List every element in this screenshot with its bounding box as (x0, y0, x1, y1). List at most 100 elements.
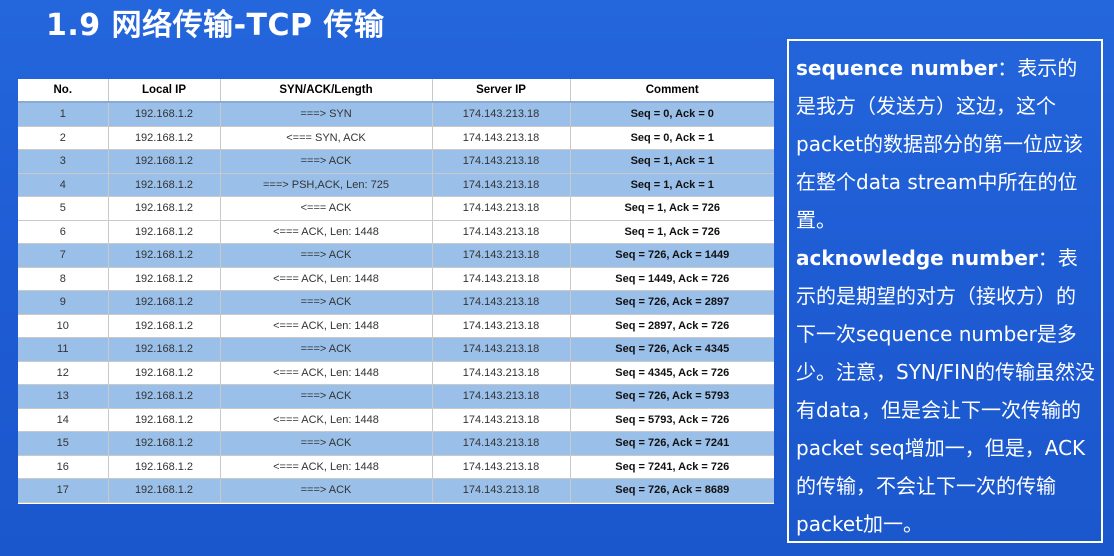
cell-local-ip: 192.168.1.2 (108, 455, 221, 479)
header-no: No. (18, 79, 109, 103)
ack-explanation: acknowledge number：表示的是期望的对方（接收方）的下一次seq… (796, 239, 1095, 543)
cell-local-ip: 192.168.1.2 (108, 384, 221, 409)
cell-comment: Seq = 4345, Ack = 726 (570, 361, 774, 385)
table-row: 7 192.168.1.2 ===> ACK 174.143.213.18 Seq = … (18, 243, 774, 268)
ack-text: ：表示的是期望的对方（接收方）的下一次sequence number是多少。注意… (796, 246, 1095, 536)
cell-comment: Seq = 1449, Ack = 726 (570, 267, 774, 291)
cell-local-ip: 192.168.1.2 (108, 361, 221, 385)
cell-comment: Seq = 0, Ack = 0 (570, 102, 774, 127)
cell-server-ip: 174.143.213.18 (432, 267, 571, 291)
cell-syn-ack-length: <=== ACK, Len: 1448 (220, 455, 433, 479)
cell-local-ip: 192.168.1.2 (108, 267, 221, 291)
cell-no: 14 (18, 408, 109, 432)
header-comment: Comment (570, 79, 774, 103)
cell-comment: Seq = 1, Ack = 1 (570, 173, 774, 197)
table-row: 6 192.168.1.2 <=== ACK, Len: 1448 174.143.2… (18, 220, 774, 244)
table-row: 14 192.168.1.2 <=== ACK, Len: 1448 174.143.… (18, 408, 774, 432)
cell-no: 7 (18, 243, 109, 268)
cell-comment: Seq = 1, Ack = 1 (570, 149, 774, 174)
cell-local-ip: 192.168.1.2 (108, 149, 221, 174)
seq-term: sequence number (796, 56, 998, 80)
table-row: 17 192.168.1.2 ===> ACK 174.143.213.18 Seq =… (18, 478, 774, 503)
cell-local-ip: 192.168.1.2 (108, 314, 221, 338)
cell-syn-ack-length: ===> ACK (220, 337, 433, 362)
cell-server-ip: 174.143.213.18 (432, 220, 571, 244)
cell-comment: Seq = 7241, Ack = 726 (570, 455, 774, 479)
table-row: 10 192.168.1.2 <=== ACK, Len: 1448 174.143.… (18, 314, 774, 338)
cell-local-ip: 192.168.1.2 (108, 126, 221, 150)
cell-no: 8 (18, 267, 109, 291)
header-local-ip: Local IP (108, 79, 221, 103)
header-server-ip: Server IP (432, 79, 571, 103)
cell-local-ip: 192.168.1.2 (108, 408, 221, 432)
cell-comment: Seq = 726, Ack = 8689 (570, 478, 774, 503)
cell-syn-ack-length: ===> ACK (220, 478, 433, 503)
cell-no: 12 (18, 361, 109, 385)
page-title: 1.9 网络传输-TCP 传输 (46, 8, 385, 43)
cell-no: 5 (18, 196, 109, 221)
cell-server-ip: 174.143.213.18 (432, 314, 571, 338)
table-row: 9 192.168.1.2 ===> ACK 174.143.213.18 Seq = … (18, 290, 774, 315)
cell-syn-ack-length: ===> ACK (220, 384, 433, 409)
cell-local-ip: 192.168.1.2 (108, 173, 221, 197)
cell-syn-ack-length: <=== ACK, Len: 1448 (220, 220, 433, 244)
cell-comment: Seq = 2897, Ack = 726 (570, 314, 774, 338)
cell-comment: Seq = 1, Ack = 726 (570, 220, 774, 244)
explanation-box: sequence number：表示的是我方（发送方）这边，这个packet的数… (787, 39, 1103, 543)
cell-local-ip: 192.168.1.2 (108, 290, 221, 315)
cell-server-ip: 174.143.213.18 (432, 126, 571, 150)
cell-syn-ack-length: <=== ACK (220, 196, 433, 221)
cell-server-ip: 174.143.213.18 (432, 431, 571, 456)
cell-comment: Seq = 0, Ack = 1 (570, 126, 774, 150)
ack-term: acknowledge number (796, 246, 1038, 270)
cell-syn-ack-length: <=== ACK, Len: 1448 (220, 361, 433, 385)
cell-no: 6 (18, 220, 109, 244)
cell-syn-ack-length: ===> ACK (220, 149, 433, 174)
cell-syn-ack-length: ===> SYN (220, 102, 433, 127)
cell-no: 1 (18, 102, 109, 127)
cell-server-ip: 174.143.213.18 (432, 102, 571, 127)
cell-server-ip: 174.143.213.18 (432, 455, 571, 479)
cell-server-ip: 174.143.213.18 (432, 173, 571, 197)
cell-syn-ack-length: <=== SYN, ACK (220, 126, 433, 150)
cell-local-ip: 192.168.1.2 (108, 220, 221, 244)
cell-server-ip: 174.143.213.18 (432, 478, 571, 503)
cell-server-ip: 174.143.213.18 (432, 384, 571, 409)
table-row: 2 192.168.1.2 <=== SYN, ACK 174.143.213.18 S… (18, 126, 774, 150)
cell-comment: Seq = 726, Ack = 5793 (570, 384, 774, 409)
cell-no: 3 (18, 149, 109, 174)
cell-no: 17 (18, 478, 109, 503)
cell-syn-ack-length: <=== ACK, Len: 1448 (220, 408, 433, 432)
cell-no: 16 (18, 455, 109, 479)
cell-syn-ack-length: ===> PSH,ACK, Len: 725 (220, 173, 433, 197)
cell-syn-ack-length: <=== ACK, Len: 1448 (220, 267, 433, 291)
cell-comment: Seq = 1, Ack = 726 (570, 196, 774, 221)
cell-syn-ack-length: ===> ACK (220, 243, 433, 268)
cell-no: 9 (18, 290, 109, 315)
cell-comment: Seq = 726, Ack = 2897 (570, 290, 774, 315)
cell-comment: Seq = 5793, Ack = 726 (570, 408, 774, 432)
cell-server-ip: 174.143.213.18 (432, 196, 571, 221)
table-row: 3 192.168.1.2 ===> ACK 174.143.213.18 Seq = … (18, 149, 774, 174)
cell-no: 2 (18, 126, 109, 150)
cell-local-ip: 192.168.1.2 (108, 196, 221, 221)
table-row: 11 192.168.1.2 ===> ACK 174.143.213.18 Seq =… (18, 337, 774, 362)
cell-server-ip: 174.143.213.18 (432, 290, 571, 315)
tcp-packet-table: No. Local IP SYN/ACK/Length Server IP Co… (18, 79, 774, 504)
cell-server-ip: 174.143.213.18 (432, 243, 571, 268)
cell-no: 15 (18, 431, 109, 456)
cell-comment: Seq = 726, Ack = 4345 (570, 337, 774, 362)
cell-no: 10 (18, 314, 109, 338)
cell-local-ip: 192.168.1.2 (108, 431, 221, 456)
seq-text: ：表示的是我方（发送方）这边，这个packet的数据部分的第一位应该在整个dat… (796, 56, 1083, 232)
table-row: 15 192.168.1.2 ===> ACK 174.143.213.18 Seq =… (18, 431, 774, 456)
header-syn-ack-length: SYN/ACK/Length (220, 79, 433, 103)
table-header-row: No. Local IP SYN/ACK/Length Server IP Co… (18, 79, 774, 103)
cell-no: 11 (18, 337, 109, 362)
cell-local-ip: 192.168.1.2 (108, 243, 221, 268)
cell-local-ip: 192.168.1.2 (108, 478, 221, 503)
cell-server-ip: 174.143.213.18 (432, 408, 571, 432)
cell-comment: Seq = 726, Ack = 1449 (570, 243, 774, 268)
table-row: 5 192.168.1.2 <=== ACK 174.143.213.18 Seq = … (18, 196, 774, 221)
cell-syn-ack-length: ===> ACK (220, 290, 433, 315)
